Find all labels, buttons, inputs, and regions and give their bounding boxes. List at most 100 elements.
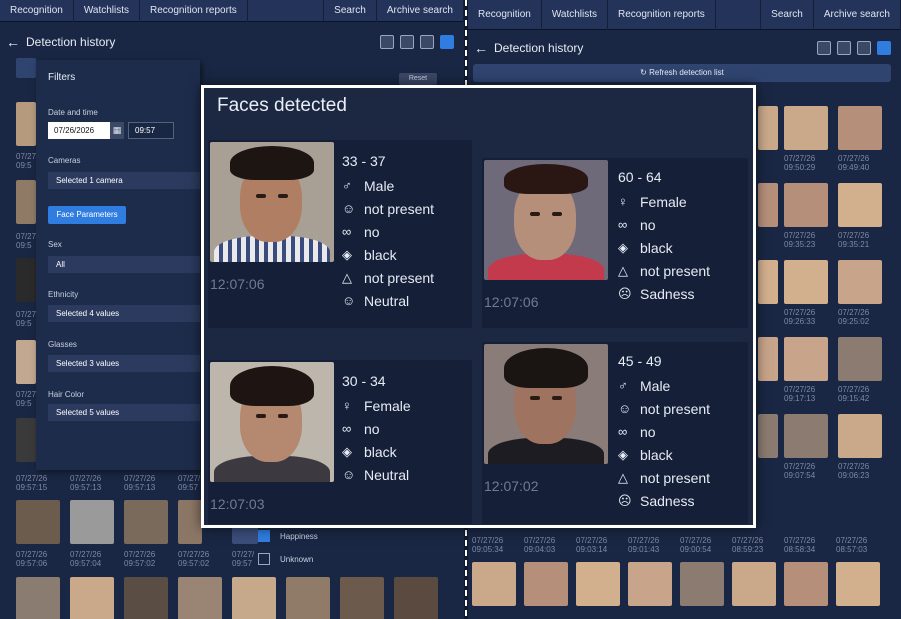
nav-watchlists[interactable]: Watchlists [74, 0, 141, 22]
thumb[interactable] [758, 337, 778, 381]
list-view-icon[interactable] [837, 41, 851, 55]
thumb[interactable] [16, 258, 36, 302]
checkbox-checked[interactable] [258, 530, 270, 542]
thumb[interactable] [16, 418, 36, 462]
cameras-label: Cameras [48, 156, 81, 165]
list-view-icon[interactable] [400, 35, 414, 49]
hair-value: black [640, 446, 673, 463]
emotion-icon: ☺ [342, 467, 356, 482]
thumb[interactable] [758, 414, 778, 458]
thumb[interactable] [340, 577, 384, 619]
thumb[interactable] [680, 562, 724, 606]
nav-search[interactable]: Search [324, 0, 377, 22]
face-attributes: 30 - 34 ♀ Female ∞ no ◈ black ☺ Neutral [342, 368, 411, 486]
thumb[interactable] [758, 183, 778, 227]
nav-archive-search[interactable]: Archive search [814, 0, 901, 30]
hat-value: not present [640, 262, 711, 279]
thumb[interactable] [524, 562, 568, 606]
nav-recognition-reports[interactable]: Recognition reports [608, 0, 716, 30]
thumb[interactable] [286, 577, 330, 619]
thumb[interactable] [178, 577, 222, 619]
thumb[interactable] [628, 562, 672, 606]
calendar-icon[interactable]: ▦ [110, 122, 124, 139]
thumb[interactable] [838, 260, 882, 304]
save-icon[interactable] [420, 35, 434, 49]
nav-watchlists[interactable]: Watchlists [542, 0, 609, 30]
thumb[interactable] [732, 562, 776, 606]
filter-icon[interactable] [877, 41, 891, 55]
emotion-value: Sadness [640, 285, 695, 302]
refresh-detection-button[interactable]: ↻ Refresh detection list [473, 64, 891, 82]
thumb[interactable] [70, 577, 114, 619]
thumb[interactable] [784, 183, 828, 227]
thumb[interactable] [838, 183, 882, 227]
glasses-select[interactable]: Selected 3 values [48, 355, 200, 372]
face-parameters-button[interactable]: Face Parameters [48, 206, 126, 224]
age-range: 45 - 49 [618, 353, 662, 369]
timestamp: 07/27/26 09:57:04 [70, 550, 102, 568]
thumb[interactable] [784, 414, 828, 458]
export-icon[interactable] [380, 35, 394, 49]
thumb[interactable] [124, 577, 168, 619]
thumb[interactable] [70, 500, 114, 544]
glasses-value: no [364, 420, 380, 437]
nav-recognition-reports[interactable]: Recognition reports [140, 0, 248, 22]
thumb[interactable] [838, 414, 882, 458]
thumb[interactable] [758, 106, 778, 150]
time-input[interactable]: 09:57 [128, 122, 174, 139]
glasses-icon: ∞ [618, 424, 628, 439]
back-arrow-icon[interactable]: ← [468, 40, 494, 56]
thumb[interactable] [178, 500, 202, 544]
thumb[interactable] [784, 337, 828, 381]
timestamp: 07/27/26 09:15:42 [838, 385, 870, 403]
face-card[interactable]: 12:07:03 30 - 34 ♀ Female ∞ no ◈ black ☺ Neu… [208, 360, 472, 524]
face-card[interactable]: 12:07:06 33 - 37 ♂ Male ☺ not present ∞ no … [208, 140, 472, 328]
ethnicity-label: Ethnicity [48, 290, 79, 299]
date-input[interactable]: 07/26/2026 [48, 122, 110, 139]
face-card[interactable]: 12:07:02 45 - 49 ♂ Male ☺ not present ∞ no … [482, 342, 748, 524]
emotion-option-unknown[interactable]: Unknown [258, 553, 313, 565]
thumb[interactable] [124, 500, 168, 544]
thumb[interactable] [838, 337, 882, 381]
emotion-option-happiness[interactable]: Happiness [258, 530, 318, 542]
thumb[interactable] [16, 500, 60, 544]
eye-shape [256, 414, 266, 418]
thumb[interactable] [784, 106, 828, 150]
thumb[interactable] [836, 562, 880, 606]
filters-title: Filters [48, 72, 76, 83]
thumb[interactable] [232, 577, 276, 619]
sex-select[interactable]: All [48, 256, 200, 273]
save-icon[interactable] [857, 41, 871, 55]
timestamp: 07/27/26 09:04:03 [524, 536, 556, 554]
back-arrow-icon[interactable]: ← [0, 34, 26, 50]
glasses-icon: ∞ [342, 421, 352, 436]
thumb[interactable] [784, 562, 828, 606]
checkbox-unchecked[interactable] [258, 553, 270, 565]
thumb[interactable] [16, 340, 36, 384]
thumb[interactable] [784, 260, 828, 304]
timestamp: 07/27/26 09:49:40 [838, 154, 870, 172]
nav-archive-search[interactable]: Archive search [377, 0, 464, 22]
thumb[interactable] [16, 180, 36, 224]
eye-shape [278, 414, 288, 418]
thumb[interactable] [16, 102, 36, 146]
nav-search[interactable]: Search [761, 0, 814, 30]
thumb[interactable] [758, 260, 778, 304]
reset-button[interactable]: Reset [399, 73, 437, 85]
glasses-value: no [640, 423, 656, 440]
nav-recognition[interactable]: Recognition [0, 0, 74, 22]
export-icon[interactable] [817, 41, 831, 55]
thumb[interactable] [394, 577, 438, 619]
thumb[interactable] [16, 577, 60, 619]
nav-recognition[interactable]: Recognition [468, 0, 542, 30]
filter-icon[interactable] [440, 35, 454, 49]
hair-select[interactable]: Selected 5 values [48, 404, 200, 421]
thumb[interactable] [576, 562, 620, 606]
left-refresh-stub[interactable] [16, 58, 36, 78]
timestamp: 07/27/26 09:50:29 [784, 154, 816, 172]
face-card[interactable]: 12:07:06 60 - 64 ♀ Female ∞ no ◈ black △ not… [482, 158, 748, 328]
cameras-select[interactable]: Selected 1 camera [48, 172, 200, 189]
thumb[interactable] [472, 562, 516, 606]
ethnicity-select[interactable]: Selected 4 values [48, 305, 200, 322]
thumb[interactable] [838, 106, 882, 150]
